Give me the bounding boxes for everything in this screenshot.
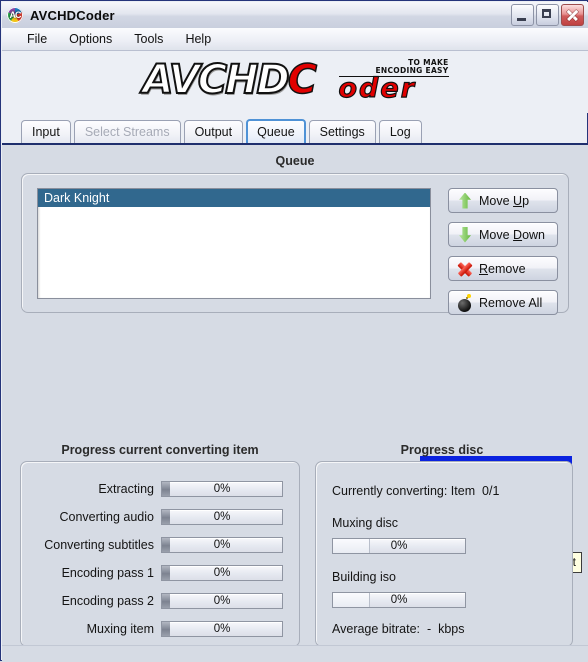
progress-row-extracting: Extracting 0% [21,480,299,497]
status-bar [2,645,588,662]
progress-label: Encoding pass 1 [61,565,154,580]
progress-bar-converting-subtitles: 0% [161,536,283,553]
menu-item-tools[interactable]: Tools [123,30,174,48]
menu-item-file[interactable]: File [16,30,58,48]
minimize-button[interactable] [511,4,534,26]
logo-part-avchd: AVCHD [141,57,290,103]
tab-strip: Input Select Streams Output Queue Settin… [2,113,588,144]
tab-settings[interactable]: Settings [308,120,376,144]
window-controls [511,4,584,26]
tab-output[interactable]: Output [183,120,244,144]
progress-label: Converting audio [59,509,154,524]
logo-main-text: AVCHDC [141,57,318,103]
progress-value: 0% [213,622,231,635]
menu-item-options[interactable]: Options [58,30,123,48]
remove-button[interactable]: Remove [448,256,558,281]
remove-x-icon [456,260,474,278]
progress-value: 0% [213,566,231,579]
progress-row-converting-audio: Converting audio 0% [21,508,299,525]
progress-disc-panel: Currently converting: Item 0/1 Muxing di… [315,461,573,647]
menu-item-help[interactable]: Help [174,30,222,48]
queue-page: Queue Dark Knight Move Up Move Down Remo… [2,145,588,661]
progress-row-converting-subtitles: Converting subtitles 0% [21,536,299,553]
progress-bar-encoding-pass-1: 0% [161,564,283,581]
progress-row-muxing-item: Muxing item 0% [21,620,299,637]
progress-value: 0% [390,540,408,552]
move-down-button[interactable]: Move Down [448,222,558,247]
move-up-button[interactable]: Move Up [448,188,558,213]
progress-bar-muxing-item: 0% [161,620,283,637]
logo-banner: AVCHDC TO MAKE ENCODING EASY oder [2,51,588,113]
logo-part-c: C [287,57,318,103]
app-icon [7,7,23,23]
application-window: AVCHDCoder File Options Tools Help AVCHD… [0,0,588,662]
minimize-icon [512,5,533,25]
remove-all-label: Remove All [479,295,543,310]
logo-part-oder: oder [338,73,417,104]
progress-bar-converting-audio: 0% [161,508,283,525]
queue-group-caption: Queue [275,154,315,168]
bomb-icon [456,293,474,312]
maximize-button[interactable] [536,4,559,26]
building-iso-label: Building iso [332,570,396,584]
move-up-label: Move Up [479,193,530,208]
muxing-disc-label: Muxing disc [332,516,398,530]
progress-value: 0% [390,594,408,606]
close-button[interactable] [561,4,584,26]
menu-bar: File Options Tools Help [2,28,588,51]
progress-item-panel: Extracting 0% Converting audio 0% Conver… [20,461,300,647]
average-bitrate-text: Average bitrate: - kbps [332,622,465,636]
progress-value: 0% [213,538,231,551]
remove-all-button[interactable]: Remove All [448,290,558,315]
progress-label: Encoding pass 2 [61,593,154,608]
tab-queue[interactable]: Queue [246,119,306,144]
tab-select-streams: Select Streams [73,120,181,144]
progress-bar-extracting: 0% [161,480,283,497]
currently-converting-text: Currently converting: Item 0/1 [332,484,500,498]
remove-label: Remove [479,261,526,276]
progress-value: 0% [213,510,231,523]
queue-group-panel: Dark Knight Move Up Move Down Remove Rem… [21,173,569,315]
progress-bar-muxing-disc: 0% [332,538,466,554]
close-icon [562,5,583,25]
arrow-down-icon [456,226,474,244]
progress-disc-caption: Progress disc [400,443,484,457]
list-item[interactable]: Dark Knight [38,189,430,207]
avchdcoder-logo: AVCHDC TO MAKE ENCODING EASY oder [141,57,449,106]
progress-label: Extracting [98,481,154,496]
progress-value: 0% [213,594,231,607]
progress-label: Muxing item [86,621,154,636]
move-down-label: Move Down [479,227,546,242]
tab-log[interactable]: Log [378,120,422,144]
progress-row-encoding-pass-2: Encoding pass 2 0% [21,592,299,609]
progress-item-caption: Progress current converting item [61,443,259,457]
tab-input[interactable]: Input [21,120,71,144]
progress-value: 0% [213,482,231,495]
progress-bar-encoding-pass-2: 0% [161,592,283,609]
progress-bar-building-iso: 0% [332,592,466,608]
queue-listbox[interactable]: Dark Knight [37,188,431,299]
progress-label: Converting subtitles [44,537,154,552]
maximize-icon [537,5,558,25]
title-bar: AVCHDCoder [2,2,588,29]
arrow-up-icon [456,192,474,210]
progress-row-encoding-pass-1: Encoding pass 1 0% [21,564,299,581]
window-title: AVCHDCoder [30,7,115,23]
